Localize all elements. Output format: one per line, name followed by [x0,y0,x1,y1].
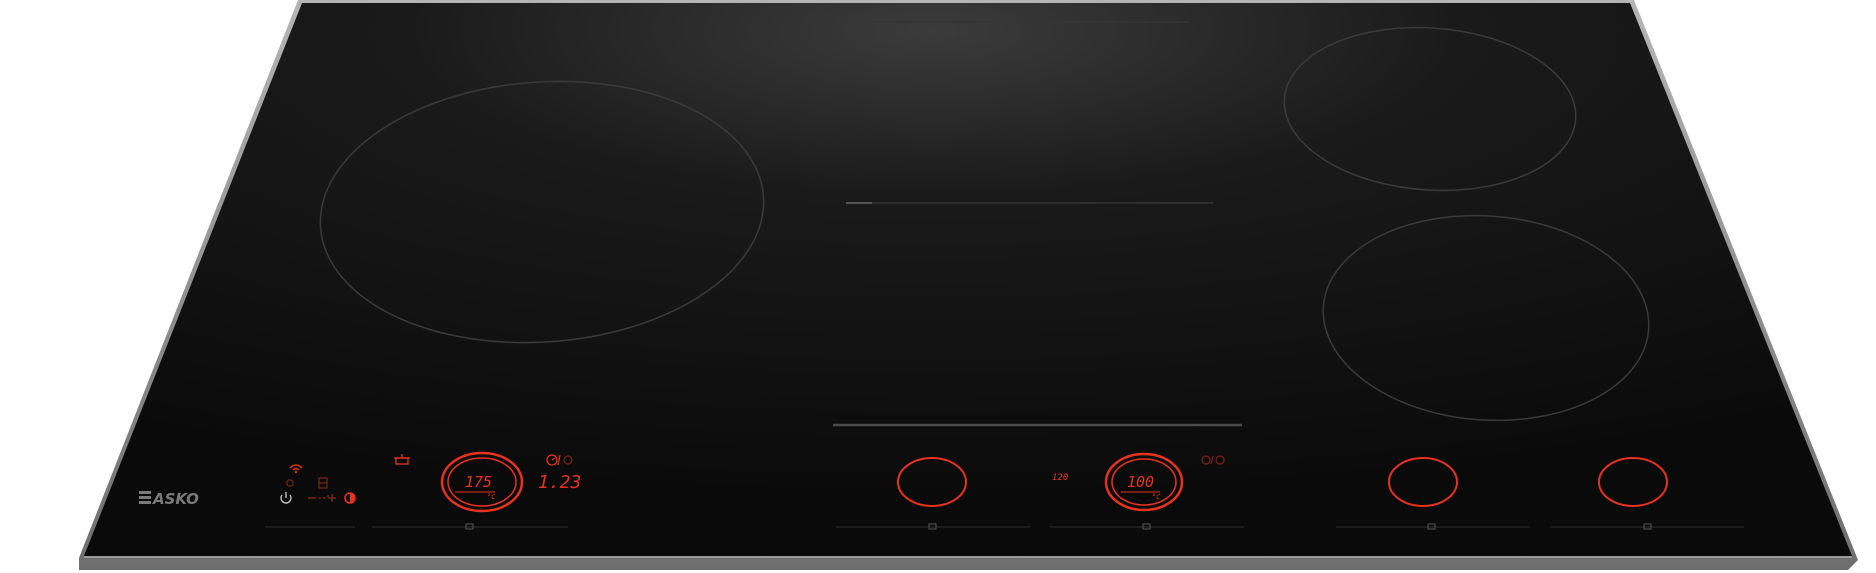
brand-name: ASKO [152,490,199,508]
zone-display-center-right: 100 [1127,473,1154,491]
zone-unit-center-right: °C [1152,493,1161,501]
cooktop-glass [84,3,1852,556]
cooktop-scene: ASKO 175 °C 1.23 120 100 °C [79,0,1858,570]
probe-temperature-display: 120 [1052,473,1068,483]
timer-display: 1.23 [538,472,581,493]
zone-display-left-large: 175 [465,473,492,491]
zone-unit-left-large: °C [487,493,496,501]
